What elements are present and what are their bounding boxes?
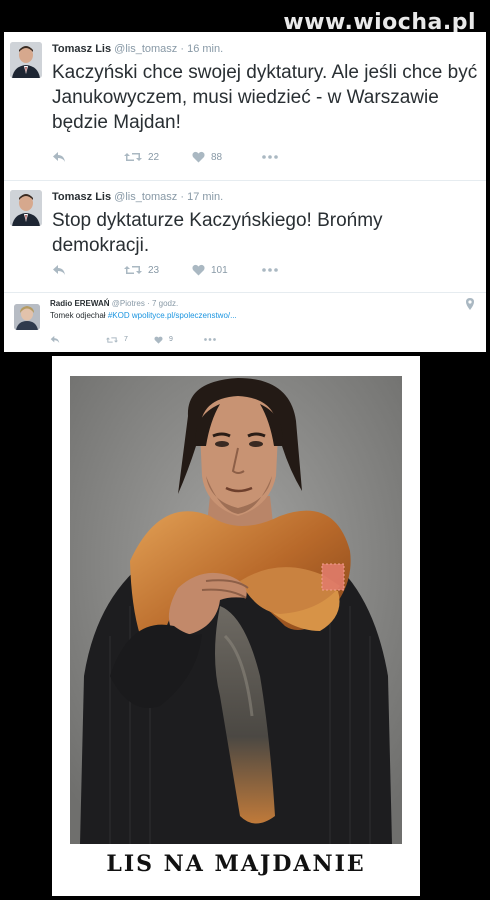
man-with-fox-fur-illustration	[70, 376, 402, 844]
more-button[interactable]	[262, 268, 278, 272]
poster-caption: LIS NA MAJDANIE	[106, 851, 366, 877]
tweet-actions: 23 101	[52, 264, 278, 276]
retweet-count: 23	[148, 264, 160, 276]
like-button[interactable]: 88	[192, 151, 262, 163]
reply-icon	[53, 265, 65, 275]
author-name[interactable]: Tomasz Lis	[52, 43, 111, 55]
reply-icon	[50, 335, 60, 344]
reply-button[interactable]	[50, 335, 106, 344]
tweet-actions: 7 9	[50, 335, 216, 344]
separator-dot: ·	[180, 191, 185, 203]
heart-icon	[154, 336, 163, 344]
retweet-count: 7	[124, 336, 128, 343]
reply-button[interactable]	[52, 151, 124, 163]
reply-button[interactable]	[52, 264, 124, 276]
tweet-text: Tomek odjechał #KOD wpolityce.pl/spolecz…	[50, 311, 450, 321]
avatar-image	[10, 190, 42, 226]
heart-icon	[192, 151, 205, 163]
retweet-icon	[106, 336, 118, 343]
more-dots-icon	[262, 268, 278, 272]
avatar[interactable]	[10, 190, 42, 226]
tweet-timestamp[interactable]: 17 min.	[187, 191, 223, 203]
hashtag-link[interactable]: #KOD	[108, 311, 130, 320]
tweet-timestamp[interactable]: 7 godz.	[152, 299, 178, 308]
separator-dot: ·	[147, 299, 150, 308]
tweet-text: Stop dyktaturze Kaczyńskiego! Brońmy dem…	[52, 210, 383, 256]
reply-icon	[53, 152, 65, 162]
avatar[interactable]	[14, 304, 40, 330]
retweet-button[interactable]: 22	[124, 151, 192, 163]
retweet-count: 22	[148, 151, 160, 163]
author-handle[interactable]: @Piotres	[112, 299, 145, 308]
url-link[interactable]: wpolityce.pl/spoleczenstwo/...	[132, 311, 237, 320]
author-name[interactable]: Radio EREWAŃ	[50, 299, 110, 308]
poster: LIS NA MAJDANIE	[52, 356, 420, 896]
avatar-image	[10, 42, 42, 78]
author-name[interactable]: Tomasz Lis	[52, 191, 111, 203]
tweet[interactable]: Radio EREWAŃ @Piotres · 7 godz. Tomek od…	[4, 294, 486, 352]
poster-photo	[70, 376, 402, 844]
author-handle[interactable]: @lis_tomasz	[114, 191, 177, 203]
more-dots-icon	[262, 155, 278, 159]
like-button[interactable]: 9	[154, 336, 204, 344]
separator-dot: ·	[180, 43, 185, 55]
like-count: 9	[169, 336, 173, 343]
tweet-timestamp[interactable]: 16 min.	[187, 43, 223, 55]
tweet-text: Kaczyński chce swojej dyktatury. Ale jeś…	[52, 62, 478, 133]
avatar[interactable]	[10, 42, 42, 78]
like-count: 88	[211, 151, 223, 163]
tweet-actions: 22 88	[52, 151, 278, 163]
tweet[interactable]: Tomasz Lis @lis_tomasz · 16 min. Kaczyńs…	[4, 32, 486, 181]
retweet-icon	[124, 266, 142, 274]
retweet-button[interactable]: 23	[124, 264, 192, 276]
retweet-button[interactable]: 7	[106, 336, 154, 344]
heart-icon	[192, 264, 205, 276]
tweet-header: Tomasz Lis @lis_tomasz · 17 min.	[52, 191, 223, 203]
author-handle[interactable]: @lis_tomasz	[114, 43, 177, 55]
like-count: 101	[211, 264, 228, 276]
tweet[interactable]: Tomasz Lis @lis_tomasz · 17 min. Stop dy…	[4, 180, 486, 293]
location-pin-icon[interactable]	[466, 298, 474, 310]
tweet-header: Tomasz Lis @lis_tomasz · 16 min.	[52, 43, 223, 55]
tweet-text-prefix: Tomek odjechał	[50, 311, 108, 320]
tweet-list: Tomasz Lis @lis_tomasz · 16 min. Kaczyńs…	[4, 32, 486, 352]
more-button[interactable]	[262, 155, 278, 159]
avatar-image	[14, 304, 40, 330]
tweet-header: Radio EREWAŃ @Piotres · 7 godz.	[50, 299, 178, 308]
like-button[interactable]: 101	[192, 264, 262, 276]
more-dots-icon	[204, 338, 216, 341]
retweet-icon	[124, 153, 142, 161]
more-button[interactable]	[204, 338, 216, 341]
